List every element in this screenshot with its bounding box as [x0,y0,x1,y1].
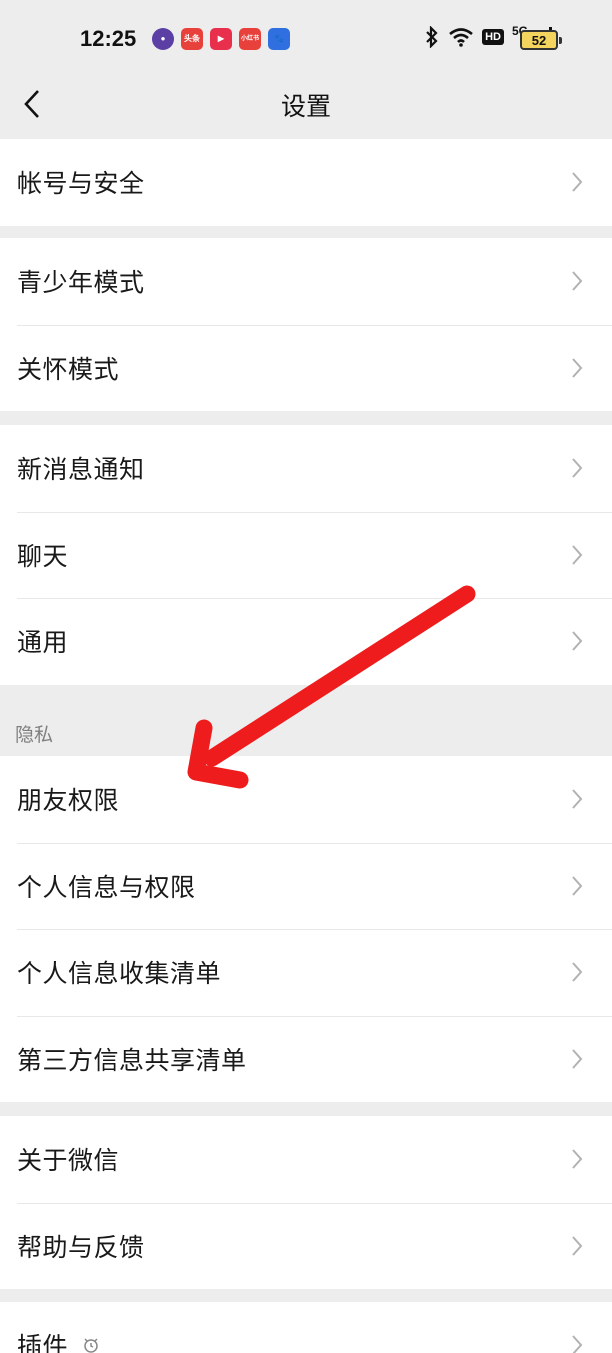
chevron-right-icon [572,458,583,478]
video-app-icon: ▶ [210,28,232,50]
xiaohongshu-app-icon: 小红书 [239,28,261,50]
row-label: 新消息通知 [17,455,145,485]
row-label: 帮助与反馈 [17,1232,145,1262]
settings-row-notifications[interactable]: 新消息通知 [0,425,612,512]
status-app-icons: ● 头条 ▶ 小红书 🐾 [152,28,290,50]
row-label: 通用 [17,628,69,658]
status-bar: 12:25 ● 头条 ▶ 小红书 🐾 HD 5G 52 [0,0,612,80]
baidu-app-icon: 🐾 [268,28,290,50]
row-label: 插件 [17,1332,69,1353]
modes-group: 青少年模式 关怀模式 [0,238,612,411]
wifi-icon [449,28,473,47]
nav-bar: 设置 [0,80,612,138]
general-group: 新消息通知 聊天 通用 [0,425,612,685]
settings-row-care-mode[interactable]: 关怀模式 [0,324,612,412]
settings-row-account-security[interactable]: 帐号与安全 [0,139,612,226]
status-time: 12:25 [80,26,137,51]
settings-row-help-feedback[interactable]: 帮助与反馈 [0,1202,612,1290]
plugin-clock-icon [84,1338,98,1353]
chevron-right-icon [572,631,583,651]
about-group: 关于微信 帮助与反馈 [0,1116,612,1289]
row-label: 第三方信息共享清单 [17,1045,247,1075]
settings-row-about-wechat[interactable]: 关于微信 [0,1116,612,1203]
row-label: 青少年模式 [17,268,145,298]
chevron-right-icon [572,1149,583,1169]
toutiao-app-icon: 头条 [181,28,203,50]
settings-row-chat[interactable]: 聊天 [0,511,612,599]
chevron-right-icon [572,271,583,291]
chevron-right-icon [572,172,583,192]
chevron-right-icon [572,358,583,378]
plugins-group: 插件 [0,1302,612,1353]
row-label: 关于微信 [17,1146,120,1176]
settings-row-third-party-sharing[interactable]: 第三方信息共享清单 [0,1015,612,1103]
battery-indicator: 52 [520,30,562,50]
chevron-right-icon [572,1236,583,1256]
row-label: 聊天 [17,541,69,571]
row-label: 个人信息与权限 [17,872,196,902]
row-label: 帐号与安全 [17,169,145,199]
privacy-section-title: 隐私 [15,724,54,746]
row-label: 关怀模式 [17,354,120,384]
settings-row-personal-info-permissions[interactable]: 个人信息与权限 [0,842,612,930]
chevron-right-icon [572,545,583,565]
chevron-right-icon [572,789,583,809]
settings-row-general[interactable]: 通用 [0,598,612,685]
bluetooth-icon [426,26,438,48]
privacy-group: 朋友权限 个人信息与权限 个人信息收集清单 第三方信息共享清单 [0,756,612,1102]
settings-row-teen-mode[interactable]: 青少年模式 [0,238,612,325]
chevron-right-icon [572,962,583,982]
chevron-right-icon [572,1335,583,1353]
account-group: 帐号与安全 [0,139,612,226]
settings-row-friend-permissions[interactable]: 朋友权限 [0,756,612,843]
row-label: 个人信息收集清单 [17,959,222,989]
row-label: 朋友权限 [17,786,120,816]
page-title: 设置 [280,92,331,121]
purple-dot-app-icon: ● [152,28,174,50]
chevron-right-icon [572,1049,583,1069]
chevron-right-icon [572,876,583,896]
hd-badge: HD [482,29,504,45]
settings-row-plugins[interactable]: 插件 [0,1302,612,1353]
settings-row-personal-info-collection[interactable]: 个人信息收集清单 [0,929,612,1016]
